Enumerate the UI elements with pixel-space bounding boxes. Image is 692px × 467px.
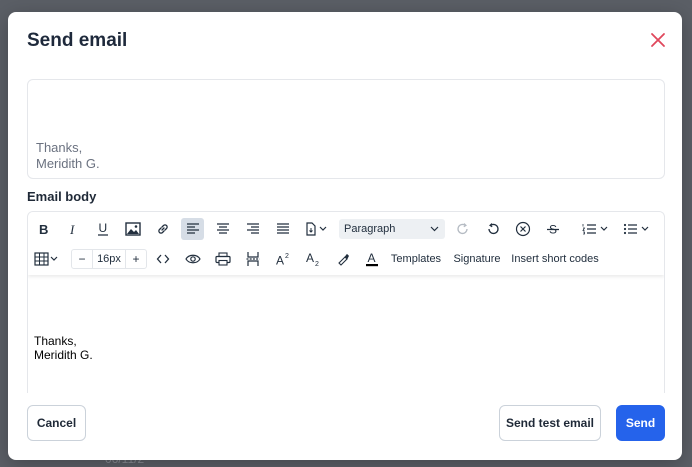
svg-text:2: 2 — [315, 261, 319, 267]
superscript-button[interactable]: A2 — [272, 248, 294, 270]
svg-text:A: A — [368, 251, 376, 265]
bullet-list-dropdown[interactable] — [622, 218, 652, 240]
close-icon — [651, 33, 665, 47]
align-right-button[interactable] — [242, 218, 264, 240]
redo-icon — [457, 223, 468, 235]
send-email-modal: Send email Thanks, Meridith G. Email bod… — [8, 12, 682, 460]
table-dropdown[interactable] — [32, 248, 62, 270]
justify-icon — [277, 223, 289, 234]
underline-icon: U — [98, 221, 108, 236]
svg-text:A: A — [276, 254, 284, 267]
page-break-icon — [246, 252, 260, 266]
modal-title: Send email — [27, 30, 128, 51]
preview-text: Thanks, Meridith G. — [36, 140, 100, 171]
font-size-input[interactable]: 16px — [92, 250, 126, 268]
numbered-list-icon — [582, 224, 608, 235]
strikethrough-icon: S — [547, 223, 559, 236]
source-code-button[interactable] — [152, 248, 174, 270]
print-button[interactable] — [212, 248, 234, 270]
close-button[interactable] — [648, 30, 668, 50]
bullet-list-icon — [623, 223, 649, 235]
send-test-email-button[interactable]: Send test email — [499, 405, 601, 441]
subscript-button[interactable]: A2 — [302, 248, 324, 270]
clear-formatting-button[interactable] — [512, 218, 534, 240]
link-icon — [158, 224, 168, 234]
insert-link-button[interactable] — [152, 218, 174, 240]
superscript-icon: A2 — [276, 253, 289, 267]
justify-button[interactable] — [272, 218, 294, 240]
email-preview-box[interactable]: Thanks, Meridith G. — [27, 79, 665, 179]
svg-text:A: A — [306, 251, 314, 265]
font-size-control: − 16px + — [71, 249, 147, 269]
redo-button[interactable] — [452, 218, 474, 240]
insert-short-codes-button[interactable]: Insert short codes — [510, 248, 600, 270]
align-center-button[interactable] — [212, 218, 234, 240]
undo-button[interactable] — [482, 218, 504, 240]
send-button[interactable]: Send — [616, 405, 665, 441]
align-left-icon — [186, 223, 199, 234]
page-break-button[interactable] — [242, 248, 264, 270]
italic-icon: I — [69, 222, 75, 236]
italic-button[interactable]: I — [62, 218, 84, 240]
undo-icon — [488, 223, 499, 235]
font-size-decrease-button[interactable]: − — [72, 250, 92, 268]
font-size-increase-button[interactable]: + — [126, 250, 146, 268]
bold-button[interactable]: B — [32, 218, 54, 240]
table-icon — [34, 252, 58, 266]
preview-button[interactable] — [182, 248, 204, 270]
printer-icon — [215, 252, 231, 266]
numbered-list-dropdown[interactable] — [581, 218, 611, 240]
text-color-icon: A — [366, 251, 378, 267]
insert-image-button[interactable] — [122, 218, 144, 240]
svg-text:2: 2 — [285, 253, 289, 260]
bold-icon: B — [39, 222, 48, 236]
svg-text:B: B — [39, 222, 48, 236]
email-body-label: Email body — [27, 189, 97, 204]
chevron-down-icon — [430, 226, 439, 232]
svg-text:U: U — [99, 221, 108, 235]
align-right-icon — [247, 223, 259, 234]
rich-text-editor: B I U Paragraph S − 16px + A 2 A 2 A Tem… — [27, 211, 665, 393]
svg-text:I: I — [69, 222, 75, 236]
signature-button[interactable]: Signature — [450, 248, 504, 270]
editor-body-text[interactable]: Thanks, Meridith G. — [34, 334, 93, 362]
text-color-button[interactable]: A — [361, 248, 383, 270]
highlight-color-button[interactable] — [332, 248, 354, 270]
strikethrough-button[interactable]: S — [542, 218, 564, 240]
insert-file-dropdown[interactable] — [302, 218, 332, 240]
align-center-icon — [217, 223, 229, 234]
code-icon — [156, 254, 170, 264]
image-icon — [125, 222, 141, 236]
block-format-select[interactable]: Paragraph — [339, 219, 445, 239]
block-format-value: Paragraph — [344, 223, 396, 235]
file-insert-icon — [306, 222, 327, 236]
align-left-button[interactable] — [181, 218, 204, 240]
eye-icon — [185, 254, 201, 264]
templates-button[interactable]: Templates — [390, 248, 442, 270]
subscript-icon: A2 — [306, 251, 319, 267]
editor-toolbar: B I U Paragraph S − 16px + A 2 A 2 A Tem… — [28, 212, 664, 275]
highlighter-icon — [338, 253, 349, 266]
underline-button[interactable]: U — [92, 218, 114, 240]
circle-x-icon — [515, 221, 531, 237]
cancel-button[interactable]: Cancel — [27, 405, 86, 441]
